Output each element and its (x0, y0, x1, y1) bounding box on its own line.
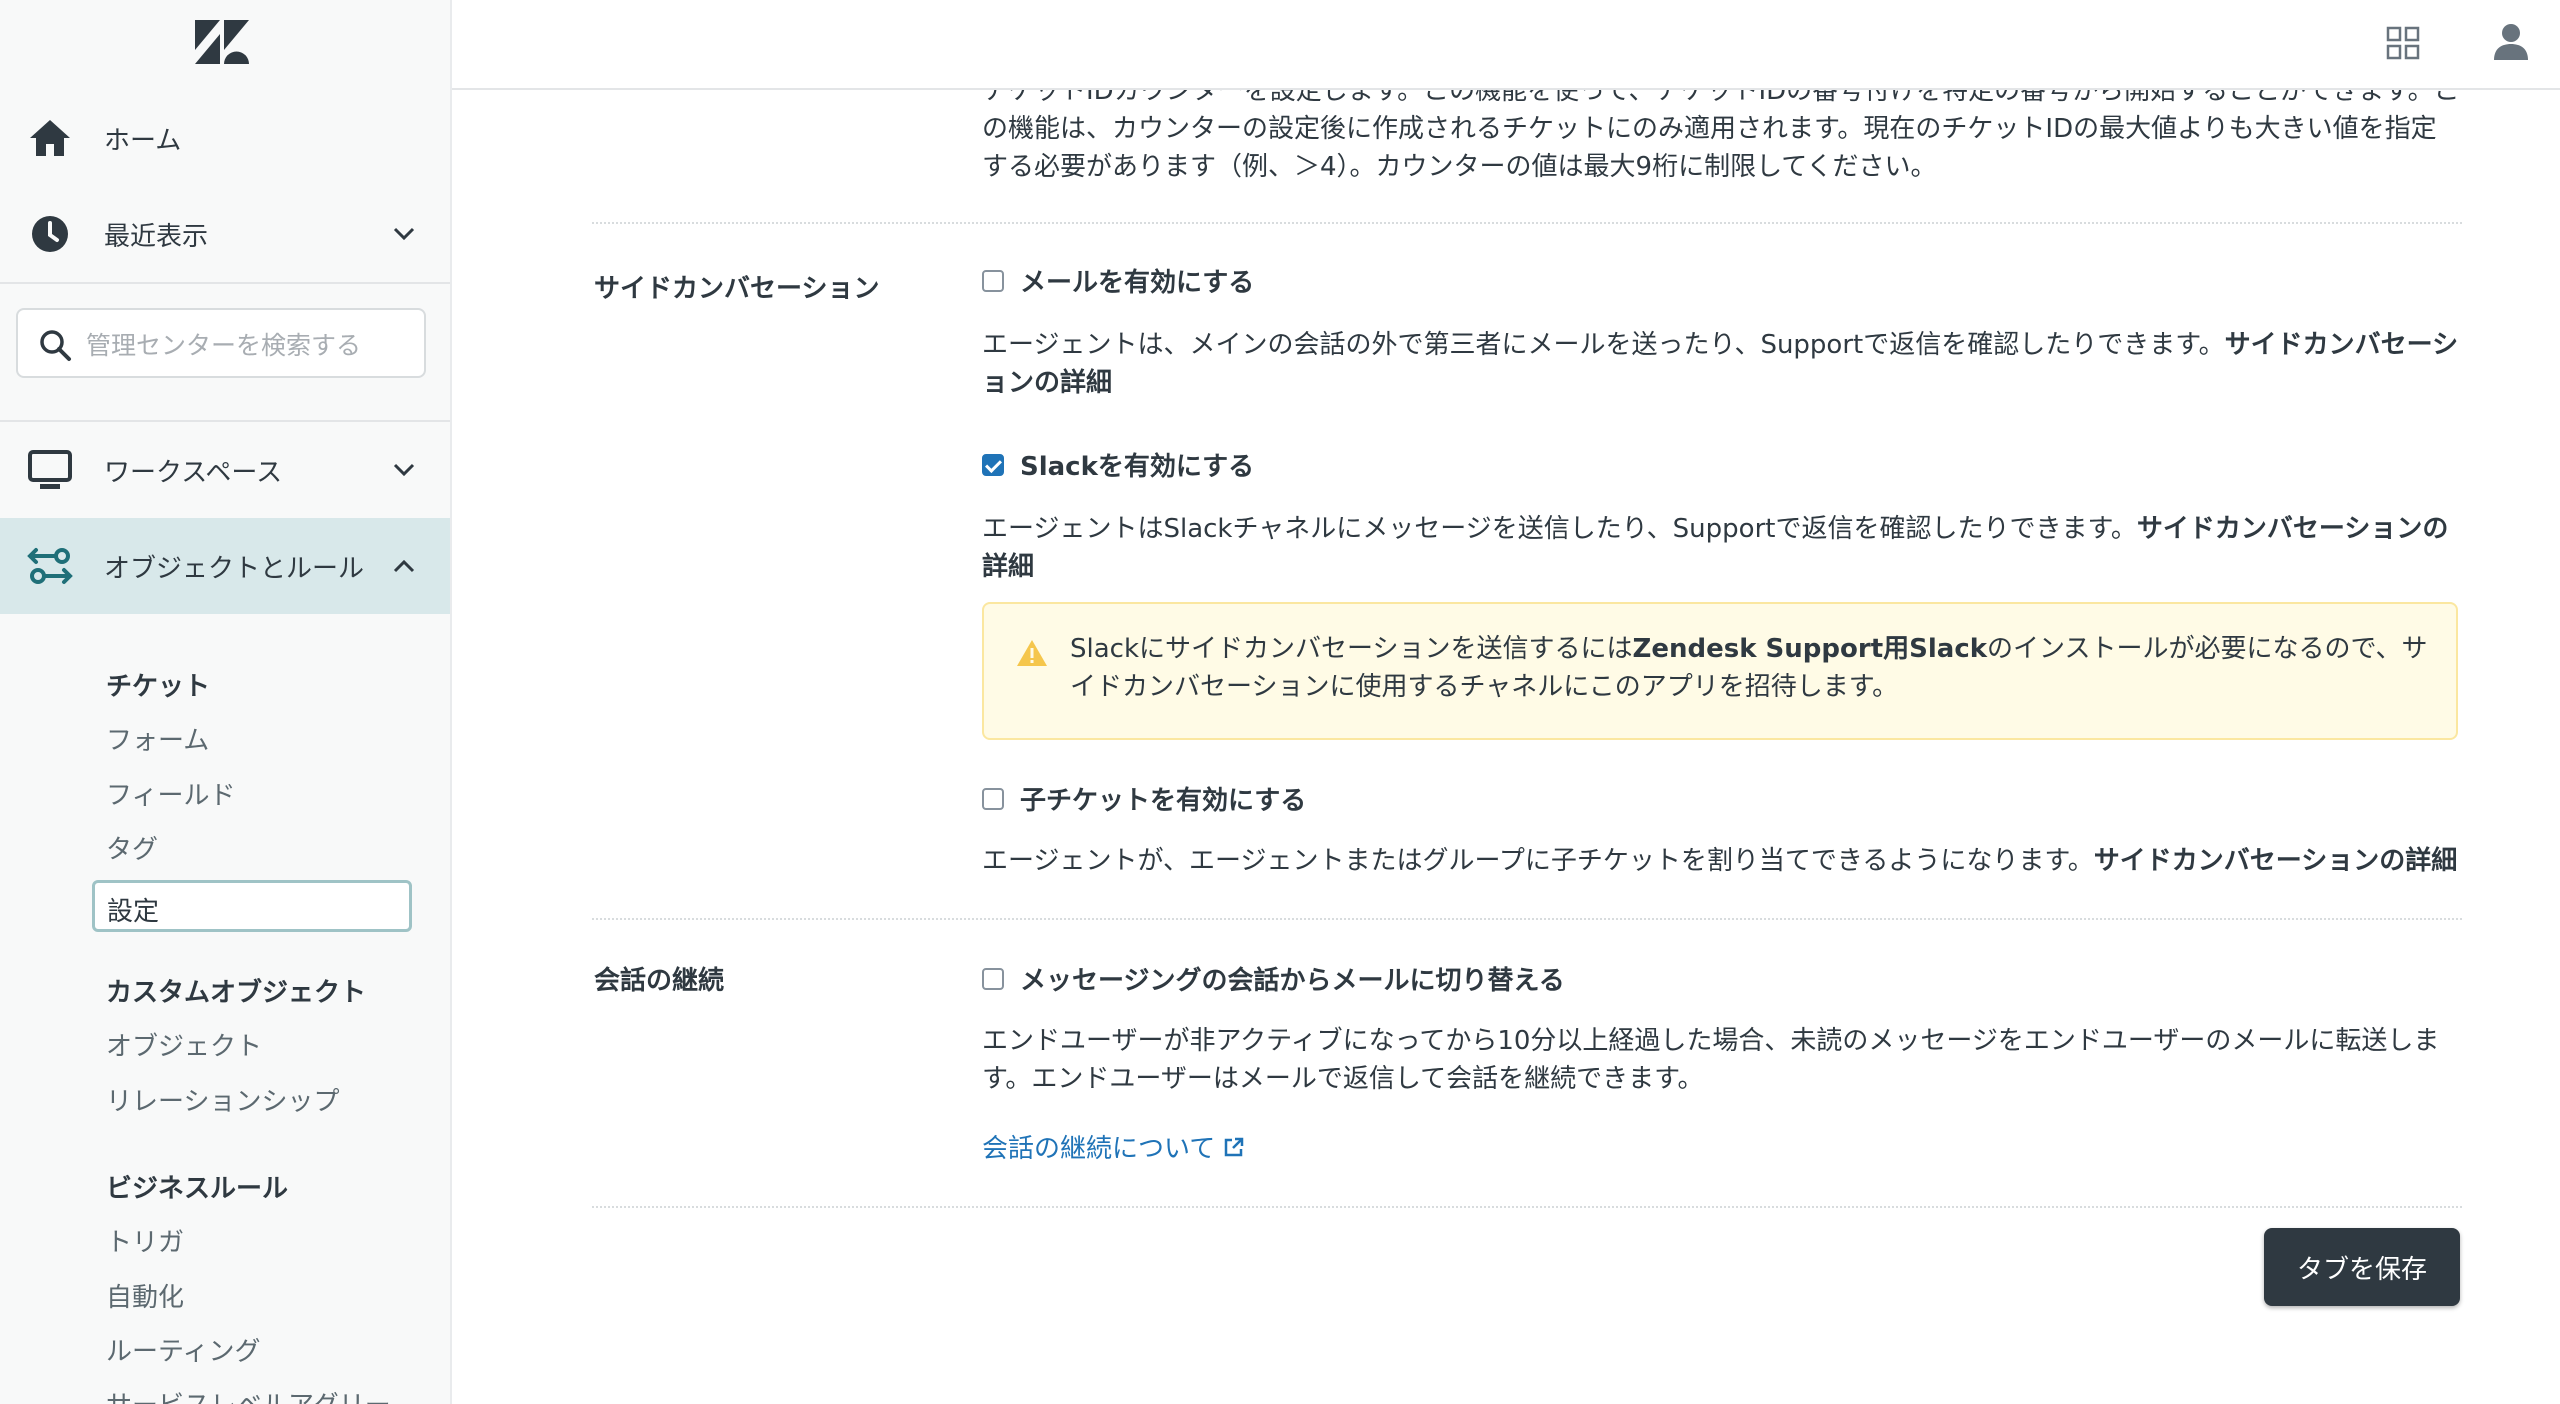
switch-to-email-description: エンドユーザーが非アクティブになってから10分以上経過した場合、未読のメッセージ… (982, 1026, 2440, 1094)
email-description: エージェントは、メインの会話の外で第三者にメールを送ったり、Supportで返信… (982, 326, 2462, 402)
nav-sla[interactable]: サービスレベルアグリー (106, 1385, 391, 1404)
save-tab-button[interactable]: タブを保存 (2264, 1228, 2460, 1306)
side-conversations-label: サイドカンバセーション (594, 274, 880, 304)
section-divider (592, 918, 2462, 920)
email-checkbox-label: メールを有効にする (1020, 268, 1255, 298)
switch-to-email-checkbox[interactable] (982, 967, 1004, 990)
switch-to-email-checkbox-label: メッセージングの会話からメールに切り替える (1020, 966, 1565, 996)
child-ticket-description: エージェントが、エージェントまたはグループに子チケットを割り当てできるようになり… (982, 842, 2462, 880)
search-icon (40, 330, 71, 361)
home-icon (30, 120, 70, 156)
nav-automations[interactable]: 自動化 (106, 1277, 184, 1314)
slack-option[interactable]: Slackを有効にする (982, 446, 1254, 483)
sidebar-divider (0, 282, 450, 284)
nav-objects[interactable]: オブジェクト (106, 1026, 262, 1063)
sidebar: ホーム 最近表示 ワークスペース (0, 0, 452, 1404)
nav-custom-objects-heading: カスタムオブジェクト (106, 978, 367, 1008)
nav-forms[interactable]: フォーム (106, 720, 209, 757)
ticket-id-description: チケットIDカウンターを設定します。この機能を使って、チケットIDの番号付けを特… (982, 90, 2462, 186)
chevron-down-icon (393, 227, 415, 241)
zendesk-logo-icon[interactable] (195, 20, 249, 64)
apps-grid-icon[interactable] (2386, 26, 2420, 60)
slack-description: エージェントはSlackチャネルにメッセージを送信したり、Supportで返信を… (982, 510, 2462, 586)
nav-settings-label: 設定 (107, 897, 160, 927)
nav-objects-rules[interactable]: オブジェクトとルール (0, 518, 450, 614)
slack-warning-notice: Slackにサイドカンバセーションを送信するにはZendesk Support用… (982, 602, 2458, 740)
slack-warning-text: Slackにサイドカンバセーションを送信するにはZendesk Support用… (1070, 630, 2440, 706)
email-option[interactable]: メールを有効にする (982, 262, 1254, 299)
nav-home[interactable]: ホーム (0, 90, 450, 186)
user-avatar-icon[interactable] (2492, 22, 2530, 62)
child-ticket-description-text: エージェントが、エージェントまたはグループに子チケットを割り当てできるようになり… (982, 846, 2094, 876)
child-ticket-checkbox[interactable] (982, 787, 1004, 810)
admin-search-input[interactable] (84, 322, 418, 368)
section-divider (592, 222, 2462, 224)
objects-rules-icon (27, 548, 73, 584)
nav-triggers[interactable]: トリガ (106, 1222, 184, 1259)
monitor-icon (28, 450, 72, 489)
ticket-id-description-line: の機能は、カウンターの設定後に作成されるチケットにのみ適用されます。現在のチケッ… (982, 114, 2437, 144)
slack-checkbox-label: Slackを有効にする (1020, 452, 1255, 482)
child-ticket-more-link: サイドカンバセーションの詳細 (2093, 846, 2458, 876)
child-ticket-checkbox-label: 子チケットを有効にする (1020, 786, 1307, 816)
ticket-id-description-line: する必要があります（例、＞4）。カウンターの値は最大9桁に制限してください。 (982, 152, 1937, 182)
slack-checkbox[interactable] (982, 453, 1004, 476)
nav-tags[interactable]: タグ (106, 829, 158, 866)
switch-to-email-option[interactable]: メッセージングの会話からメールに切り替える (982, 960, 1565, 997)
nav-tickets-heading: チケット (106, 672, 211, 702)
nav-workspace-label: ワークスペース (104, 457, 283, 488)
clock-icon (32, 216, 68, 252)
email-description-text: エージェントは、メインの会話の外で第三者にメールを送ったり、Supportで返信… (982, 330, 2225, 360)
chevron-up-icon (393, 559, 415, 573)
conversation-continuation-link-text[interactable]: 会話の継続について (982, 1128, 1215, 1165)
nav-business-rules-heading: ビジネスルール (106, 1174, 289, 1204)
child-ticket-option[interactable]: 子チケットを有効にする (982, 780, 1306, 817)
nav-recent-label: 最近表示 (104, 221, 209, 252)
nav-workspace[interactable]: ワークスペース (0, 422, 450, 518)
main-content: チケットIDカウンターを設定します。この機能を使って、チケットIDの番号付けを特… (452, 90, 2560, 1404)
slack-description-text: エージェントはSlackチャネルにメッセージを送信したり、Supportで返信を… (982, 514, 2137, 544)
nav-settings[interactable]: 設定 (92, 880, 412, 932)
email-checkbox[interactable] (982, 269, 1004, 292)
nav-routing[interactable]: ルーティング (106, 1331, 260, 1368)
warning-icon (1017, 640, 1047, 666)
notice-text: Slackにサイドカンバセーションを送信するには (1070, 634, 1633, 664)
conversation-continuation-link[interactable]: 会話の継続について (982, 1128, 1245, 1165)
section-divider (592, 1206, 2462, 1208)
nav-recent[interactable]: 最近表示 (0, 186, 450, 282)
nav-relationships[interactable]: リレーションシップ (106, 1081, 339, 1118)
chevron-down-icon (393, 463, 415, 477)
notice-strong-text: Zendesk Support用Slack (1632, 634, 1988, 664)
top-bar (452, 0, 2560, 90)
conversation-continuation-label: 会話の継続 (594, 966, 725, 996)
ticket-id-description-line: チケットIDカウンターを設定します。この機能を使って、チケットIDの番号付けを特… (982, 90, 2460, 106)
nav-home-label: ホーム (104, 125, 182, 156)
external-link-icon (1224, 1137, 1244, 1156)
nav-fields[interactable]: フィールド (106, 775, 235, 812)
nav-objects-rules-label: オブジェクトとルール (104, 553, 365, 584)
admin-search[interactable] (16, 308, 426, 378)
